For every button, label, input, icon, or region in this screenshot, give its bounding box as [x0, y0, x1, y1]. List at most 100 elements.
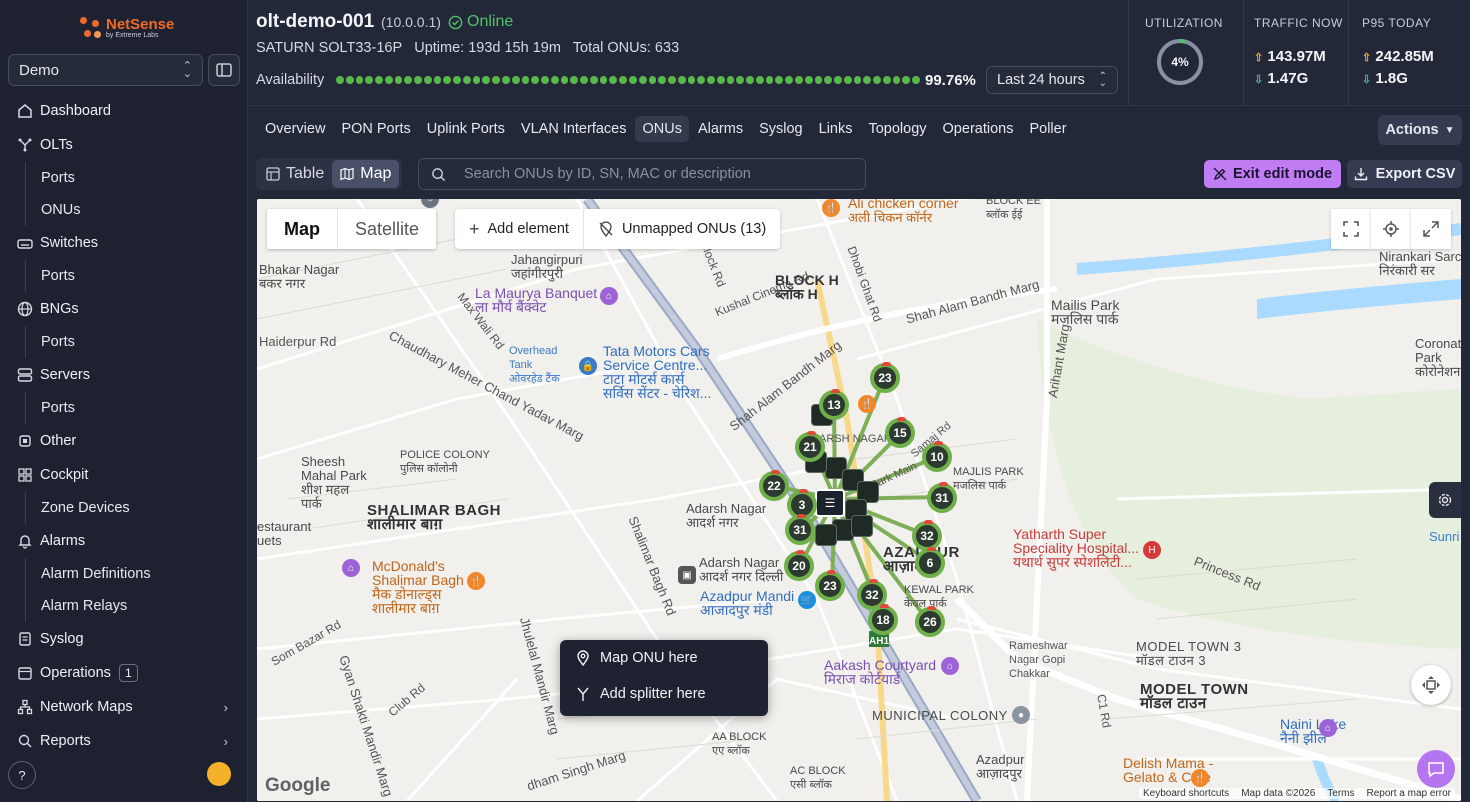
- onu-cluster[interactable]: 20: [784, 550, 814, 581]
- expand-icon: [1423, 221, 1439, 237]
- availability-segment: [736, 76, 745, 84]
- brand-logo[interactable]: NetSense by Extreme Labs: [80, 10, 180, 46]
- onu-cluster[interactable]: 26: [915, 606, 945, 637]
- onu-cluster[interactable]: 23: [870, 362, 900, 393]
- onu-cluster[interactable]: 32: [912, 520, 942, 551]
- sidebar-item-olts[interactable]: OLTs: [0, 128, 248, 162]
- keyboard-shortcuts-link[interactable]: Keyboard shortcuts: [1143, 788, 1229, 799]
- car-service-pin-icon[interactable]: 🔒: [579, 357, 597, 375]
- onu-cluster[interactable]: 6: [915, 547, 945, 578]
- onu-cluster[interactable]: 13: [819, 389, 849, 420]
- restaurant-pin-icon[interactable]: 🍴: [1191, 769, 1209, 787]
- pan-control[interactable]: [1411, 665, 1451, 705]
- olt-total-onus: Total ONUs: 633: [572, 40, 680, 56]
- sidebar-item-dashboard[interactable]: Dashboard: [0, 94, 248, 128]
- onu-cluster[interactable]: 18: [868, 604, 898, 635]
- sidebar-item-alarm-definitions[interactable]: Alarm Definitions: [0, 558, 248, 590]
- tab-topology[interactable]: Topology: [861, 116, 933, 142]
- tab-uplink-ports[interactable]: Uplink Ports: [420, 116, 512, 142]
- unmapped-onus-button[interactable]: Unmapped ONUs (13): [584, 209, 780, 249]
- map-type-map[interactable]: Map: [267, 209, 338, 249]
- expand-button[interactable]: [1411, 209, 1451, 249]
- onu-cluster[interactable]: 31: [785, 514, 815, 545]
- market-pin-icon[interactable]: 🛒: [798, 591, 816, 609]
- sidebar-item-switch-ports[interactable]: Ports: [0, 260, 248, 292]
- sidebar-item-server-ports[interactable]: Ports: [0, 392, 248, 424]
- tab-pon-ports[interactable]: PON Ports: [334, 116, 417, 142]
- sidebar-item-reports[interactable]: Reports ›: [0, 724, 248, 758]
- p95-block: P95 TODAY ⇧ 242.85M ⇩ 1.8G: [1348, 0, 1470, 106]
- map-type-satellite[interactable]: Satellite: [338, 209, 436, 249]
- location-off-icon: [599, 221, 613, 237]
- time-range-select[interactable]: Last 24 hours ⌃ ⌄: [986, 66, 1118, 94]
- exit-edit-mode-button[interactable]: Exit edit mode: [1204, 160, 1341, 188]
- sidebar-item-alarms[interactable]: Alarms: [0, 524, 248, 558]
- tab-onus[interactable]: ONUs: [635, 116, 689, 142]
- tab-poller[interactable]: Poller: [1022, 116, 1073, 142]
- sidebar-item-cockpit[interactable]: Cockpit: [0, 458, 248, 492]
- onu-cluster[interactable]: 15: [885, 417, 915, 448]
- place-pin-icon[interactable]: ⌂: [342, 559, 360, 577]
- map-onu-here-item[interactable]: Map ONU here: [560, 640, 768, 676]
- map-view-button[interactable]: Map: [332, 160, 400, 188]
- tab-overview[interactable]: Overview: [258, 116, 332, 142]
- sidebar-item-bng-ports[interactable]: Ports: [0, 326, 248, 358]
- actions-button[interactable]: Actions ▼: [1378, 115, 1462, 145]
- bus-stop-icon[interactable]: ▣: [678, 566, 696, 584]
- sidebar-item-syslog[interactable]: Syslog: [0, 622, 248, 656]
- restaurant-pin-icon[interactable]: 🍴: [858, 395, 876, 413]
- bell-icon: [16, 532, 34, 550]
- sidebar-item-servers[interactable]: Servers: [0, 358, 248, 392]
- chat-button[interactable]: [1417, 750, 1455, 788]
- road-arsh-nagar: ARSH NAGAR: [819, 433, 892, 445]
- restaurant-pin-icon[interactable]: 🍴: [467, 572, 485, 590]
- add-splitter-here-item[interactable]: Add splitter here: [560, 676, 768, 712]
- hospital-pin-icon[interactable]: H: [1143, 541, 1161, 559]
- sidebar-collapse-button[interactable]: [208, 54, 240, 86]
- export-csv-button[interactable]: Export CSV: [1347, 160, 1462, 188]
- olt-server-icon[interactable]: ☰: [815, 489, 845, 517]
- avatar[interactable]: [207, 762, 231, 786]
- onu-cluster[interactable]: 22: [759, 470, 789, 501]
- place-pin-icon[interactable]: ●: [1012, 706, 1030, 724]
- terms-link[interactable]: Terms: [1327, 788, 1354, 799]
- banquet-pin-icon[interactable]: ⌂: [600, 287, 618, 305]
- sidebar-item-zone-devices[interactable]: Zone Devices: [0, 492, 248, 524]
- onu-cluster[interactable]: 10: [922, 441, 952, 472]
- tab-alarms[interactable]: Alarms: [691, 116, 750, 142]
- help-button[interactable]: ?: [8, 761, 36, 789]
- sidebar-item-switches[interactable]: Switches: [0, 226, 248, 260]
- org-select[interactable]: Demo ⌃ ⌄: [8, 54, 203, 86]
- search-input[interactable]: Search ONUs by ID, SN, MAC or descriptio…: [418, 158, 866, 190]
- sidebar-item-bngs[interactable]: BNGs: [0, 292, 248, 326]
- tab-operations[interactable]: Operations: [936, 116, 1021, 142]
- availability-segment: [462, 76, 471, 84]
- availability-segment: [863, 76, 872, 84]
- onu-cluster[interactable]: 23: [815, 570, 845, 601]
- google-logo: Google: [265, 775, 331, 796]
- onu-node[interactable]: [851, 515, 873, 537]
- place-pin-icon[interactable]: ⌂: [941, 657, 959, 675]
- sidebar-item-operations[interactable]: Operations 1: [0, 656, 248, 690]
- add-element-button[interactable]: + Add element: [455, 209, 584, 249]
- sidebar-item-onus[interactable]: ONUs: [0, 194, 248, 226]
- onu-map[interactable]: Ali chicken corner अली चिकन कॉर्नर BLOCK …: [257, 199, 1461, 801]
- tab-syslog[interactable]: Syslog: [752, 116, 810, 142]
- sidebar-item-olt-ports[interactable]: Ports: [0, 162, 248, 194]
- fullscreen-button[interactable]: [1331, 209, 1371, 249]
- map-settings-button[interactable]: [1429, 482, 1461, 518]
- restaurant-pin-icon[interactable]: 🍴: [822, 199, 840, 217]
- sidebar-item-network-maps[interactable]: Network Maps ›: [0, 690, 248, 724]
- onu-cluster[interactable]: 21: [795, 431, 825, 462]
- grid-icon: [16, 466, 34, 484]
- tab-links[interactable]: Links: [812, 116, 860, 142]
- onu-node[interactable]: [815, 524, 837, 546]
- place-pin-icon[interactable]: ⌂: [1319, 719, 1337, 737]
- tab-vlan-interfaces[interactable]: VLAN Interfaces: [514, 116, 634, 142]
- onu-cluster[interactable]: 31: [927, 482, 957, 513]
- sidebar-item-alarm-relays[interactable]: Alarm Relays: [0, 590, 248, 622]
- locate-button[interactable]: [1371, 209, 1411, 249]
- sidebar-item-other[interactable]: Other: [0, 424, 248, 458]
- table-view-button[interactable]: Table: [258, 160, 332, 188]
- report-error-link[interactable]: Report a map error: [1367, 788, 1451, 799]
